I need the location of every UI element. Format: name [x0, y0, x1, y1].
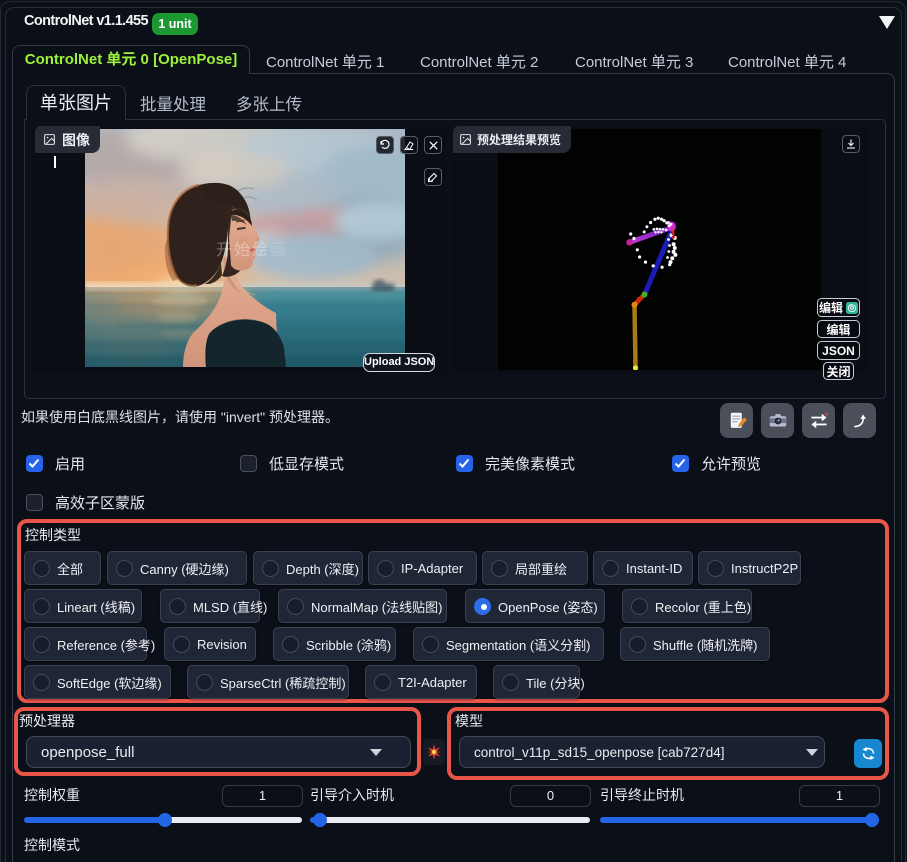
- svg-text:开始绘画: 开始绘画: [216, 236, 288, 260]
